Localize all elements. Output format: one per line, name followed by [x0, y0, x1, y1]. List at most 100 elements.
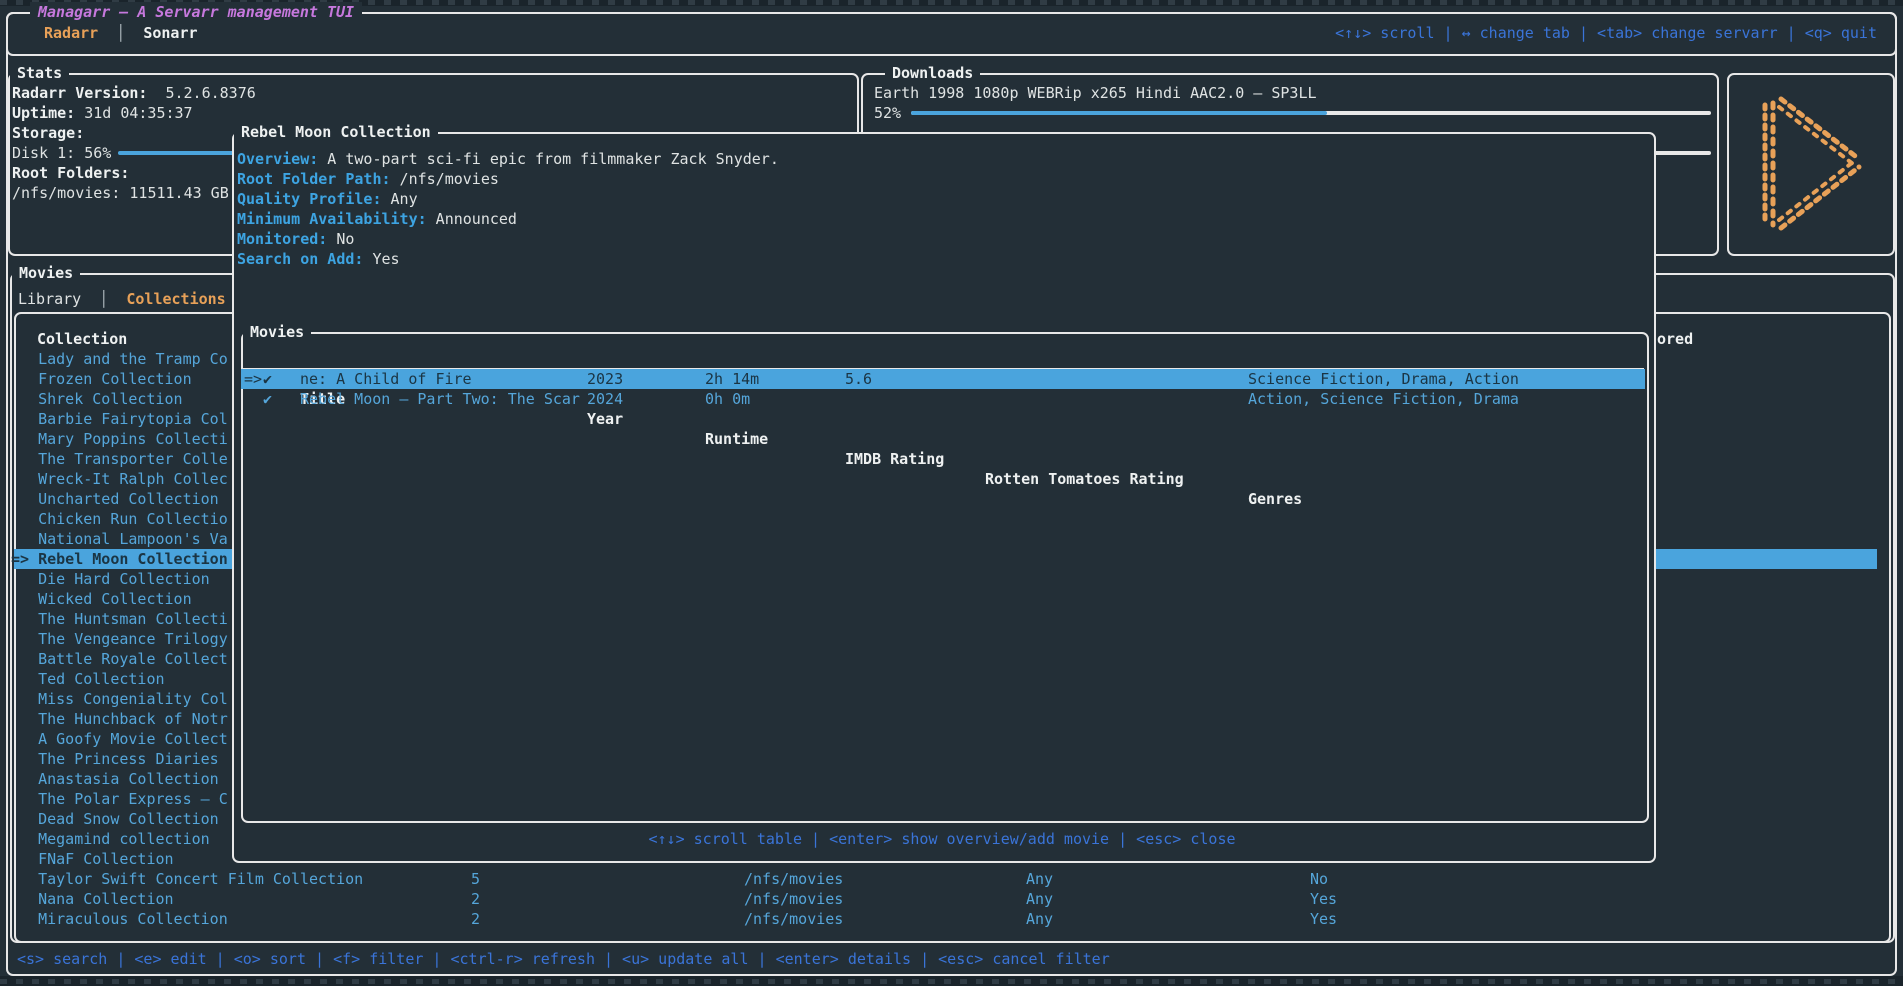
collections-header: Collection	[37, 329, 127, 349]
collection-name: Megamind collection	[11, 830, 210, 848]
collections-header-monitored-clipped: ored	[1657, 329, 1693, 349]
row-prefix: =>	[244, 369, 262, 389]
collection-profile: Any	[1026, 869, 1053, 889]
modal-header-year: Year	[587, 409, 623, 429]
tab-divider: │	[116, 24, 125, 42]
collection-name: Battle Royale Collect	[11, 650, 228, 668]
stats-disk-label: Disk 1: 56%	[12, 143, 111, 163]
modal-header-rt: Rotten Tomatoes Rating	[985, 469, 1184, 489]
stats-rootfolder-value: /nfs/movies: 11511.43 GB	[12, 183, 229, 203]
movie-year: 2023	[587, 369, 623, 389]
movie-runtime: 0h 0m	[705, 389, 750, 409]
collection-monitored: No	[1310, 869, 1328, 889]
collection-name: Wreck-It Ralph Collec	[11, 470, 228, 488]
collection-name: Nana Collection	[11, 890, 174, 908]
collection-name: Miraculous Collection	[11, 910, 228, 928]
movie-title: ne: A Child of Fire	[300, 369, 472, 389]
collection-name: Shrek Collection	[11, 390, 183, 408]
tab-sonarr[interactable]: Sonarr	[143, 24, 197, 42]
collection-profile: Any	[1026, 909, 1053, 929]
modal-field-label: Monitored:	[237, 230, 327, 248]
modal-movies-table-title: Movies	[243, 322, 311, 342]
movies-tab-divider: │	[99, 290, 108, 308]
modal-field-value: Any	[382, 190, 418, 208]
collection-name: Lady and the Tramp Co	[11, 350, 228, 368]
terminal-screen: Managarr – A Servarr management TUI Rada…	[0, 6, 1903, 976]
collection-name: The Polar Express – C	[11, 790, 228, 808]
download-progress-bar	[911, 111, 1327, 115]
row-check: ✔	[263, 389, 272, 409]
collection-name: The Transporter Colle	[11, 450, 228, 468]
modal-field-value: No	[327, 230, 354, 248]
modal-movie-row[interactable]: =>✔ne: A Child of Fire20232h 14m5.6Scien…	[241, 369, 1645, 389]
collection-name: National Lampoon's Va	[11, 530, 228, 548]
tab-library[interactable]: Library	[18, 290, 81, 308]
logo-box	[1727, 73, 1895, 256]
tab-separator	[98, 24, 116, 42]
modal-table-header-row: ✔ Title Year Runtime IMDB Rating Rotten …	[241, 349, 1645, 369]
modal-field-value: Yes	[363, 250, 399, 268]
modal-field-label: Minimum Availability:	[237, 210, 427, 228]
modal-field-label: Root Folder Path:	[237, 170, 391, 188]
stats-uptime-value: 31d 04:35:37	[84, 104, 192, 122]
collection-path: /nfs/movies	[744, 909, 843, 929]
modal-field: Search on Add: Yes	[237, 249, 400, 269]
collections-row-selected[interactable]: => Rebel Moon Collection	[11, 549, 228, 569]
modal-title: Rebel Moon Collection	[234, 122, 438, 142]
movie-year: 2024	[587, 389, 623, 409]
modal-field: Minimum Availability: Announced	[237, 209, 517, 229]
tab-radarr[interactable]: Radarr	[44, 24, 98, 42]
modal-field-label: Quality Profile:	[237, 190, 382, 208]
download-item-percent: 52%	[874, 103, 901, 123]
modal-field-label: Search on Add:	[237, 250, 363, 268]
movies-tab-gap1	[81, 290, 99, 308]
row-check: ✔	[263, 369, 272, 389]
modal-field-label: Overview:	[237, 150, 318, 168]
download-item-name[interactable]: Earth 1998 1080p WEBRip x265 Hindi AAC2.…	[874, 83, 1317, 103]
movie-genres: Science Fiction, Drama, Action	[1248, 369, 1519, 389]
collection-name: Wicked Collection	[11, 590, 192, 608]
collections-row[interactable]: Taylor Swift Concert Film Collection 5/nf…	[11, 869, 1877, 889]
movie-title: Rebel Moon – Part Two: The Scar	[300, 389, 580, 409]
collection-name: Miss Congeniality Col	[11, 690, 228, 708]
modal-field: Root Folder Path: /nfs/movies	[237, 169, 499, 189]
stats-title: Stats	[10, 63, 69, 83]
collection-count: 2	[471, 889, 480, 909]
modal-movie-row[interactable]: ✔ Rebel Moon – Part Two: The Scar 2024 0h 0…	[241, 389, 1645, 409]
collection-name: FNaF Collection	[11, 850, 174, 868]
collection-count: 5	[471, 869, 480, 889]
stats-storage-label: Storage:	[12, 123, 84, 143]
movies-tabs: Library │ Collections	[18, 289, 226, 309]
modal-field: Monitored: No	[237, 229, 354, 249]
collection-name: Die Hard Collection	[11, 570, 210, 588]
collection-name: Mary Poppins Collecti	[11, 430, 228, 448]
collection-name: A Goofy Movie Collect	[11, 730, 228, 748]
modal-field-value: A two-part sci-fi epic from filmmaker Za…	[318, 150, 779, 168]
stats-version-label: Radarr Version:	[12, 84, 147, 102]
collection-name: Anastasia Collection	[11, 770, 219, 788]
header-keybindings: <↑↓> scroll | ↔ change tab | <tab> chang…	[1335, 23, 1877, 43]
collection-name: The Vengeance Trilogy	[11, 630, 228, 648]
tab-collections[interactable]: Collections	[126, 290, 225, 308]
app-title: Managarr – A Servarr management TUI	[30, 2, 362, 22]
modal-header-imdb: IMDB Rating	[845, 449, 944, 469]
collection-name: Taylor Swift Concert Film Collection	[11, 870, 363, 888]
downloads-title: Downloads	[885, 63, 980, 83]
movie-genres: Action, Science Fiction, Drama	[1248, 389, 1519, 409]
modal-field: Overview: A two-part sci-fi epic from fi…	[237, 149, 779, 169]
collections-row[interactable]: Miraculous Collection2/nfs/moviesAnyYes	[11, 909, 1877, 929]
stats-uptime: Uptime: 31d 04:35:37	[12, 103, 193, 123]
collection-path: /nfs/movies	[744, 869, 843, 889]
collection-path: /nfs/movies	[744, 889, 843, 909]
movies-tab-gap2	[108, 290, 126, 308]
collections-row[interactable]: Nana Collection2/nfs/moviesAnyYes	[11, 889, 1877, 909]
modal-header-genres: Genres	[1248, 489, 1302, 509]
collection-monitored: Yes	[1310, 889, 1337, 909]
collection-name: Chicken Run Collectio	[11, 510, 228, 528]
stats-version: Radarr Version:5.2.6.8376	[12, 83, 256, 103]
movies-panel-title: Movies	[12, 263, 80, 283]
stats-rootfolders-label: Root Folders:	[12, 163, 129, 183]
collection-name: Barbie Fairytopia Col	[11, 410, 228, 428]
collection-name: Ted Collection	[11, 670, 165, 688]
stats-uptime-label: Uptime:	[12, 104, 75, 122]
